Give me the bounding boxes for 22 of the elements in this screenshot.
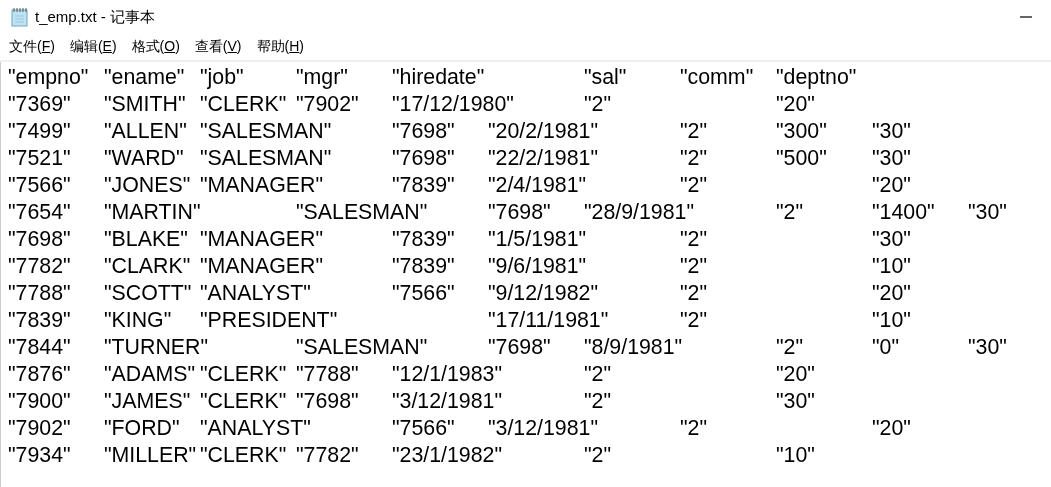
menu-item[interactable]: 帮助(H): [251, 36, 309, 58]
menu-item[interactable]: 编辑(E): [64, 36, 122, 58]
menu-item[interactable]: 文件(F): [4, 36, 60, 58]
text-line: "7499" "ALLEN" "SALESMAN" "7698" "20/2/1981" "2" "300" "30": [8, 118, 911, 145]
text-line: "7782" "CLARK" "MANAGER" "7839" "9/6/1981" "2" "10": [8, 253, 911, 280]
text-line: "7566" "JONES" "MANAGER" "7839" "2/4/1981" "2" "20": [8, 172, 911, 199]
text-line: "7876" "ADAMS" "CLERK" "7788" "12/1/1983" "2" "20": [8, 361, 815, 388]
text-line: "7934" "MILLER" "CLERK" "7782" "23/1/1982" "2" "10": [8, 442, 815, 469]
text-line: "7521" "WARD" "SALESMAN" "7698" "22/2/1981" "2" "500" "30": [8, 145, 911, 172]
window-title: t_emp.txt - 记事本: [35, 7, 156, 27]
text-line: "7900" "JAMES" "CLERK" "7698" "3/12/1981" "2" "30": [8, 388, 815, 415]
text-line: "7369" "SMITH" "CLERK" "7902" "17/12/1980" "2" "20": [8, 91, 815, 118]
notepad-icon: [11, 7, 29, 27]
text-line: "7698" "BLAKE" "MANAGER" "7839" "1/5/1981" "2" "30": [8, 226, 911, 253]
menu-item[interactable]: 格式(O): [126, 36, 185, 58]
text-line: "7654" "MARTIN" "SALESMAN" "7698" "28/9/1981" "2" "1400" "30": [8, 199, 1007, 226]
text-line: "7902" "FORD" "ANALYST" "7566" "3/12/1981" "2" "20": [8, 415, 911, 442]
text-line: "7788" "SCOTT" "ANALYST" "7566" "9/12/1982" "2" "20": [8, 280, 911, 307]
text-line: "7839" "KING" "PRESIDENT" "17/11/1981" "2" "10": [8, 307, 911, 334]
menu-item[interactable]: 查看(V): [189, 36, 247, 58]
text-line: "empno" "ename" "job" "mgr" "hiredate" "sal" "comm" "deptno": [8, 64, 857, 91]
text-line: "7844" "TURNER" "SALESMAN" "7698" "8/9/1981" "2" "0" "30": [8, 334, 1007, 361]
